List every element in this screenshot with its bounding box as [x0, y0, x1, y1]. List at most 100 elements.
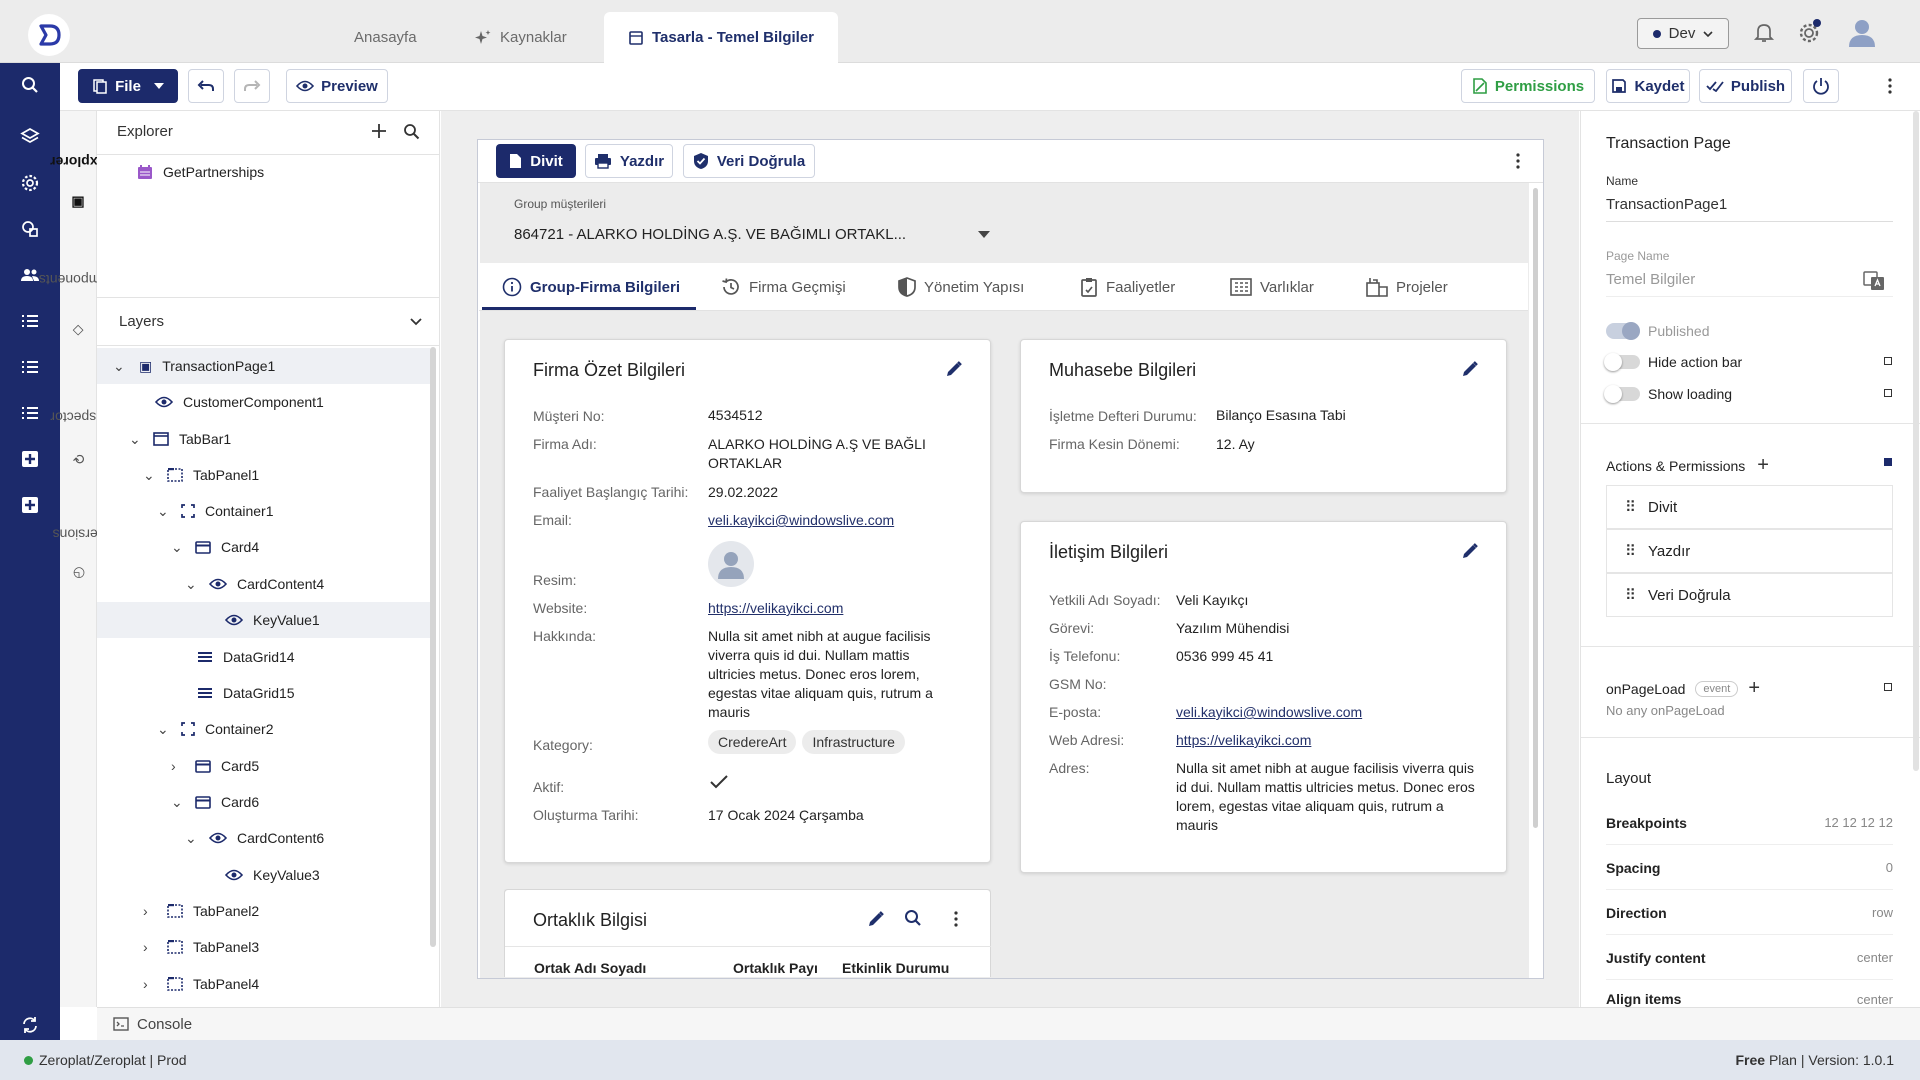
- website-link[interactable]: https://velikayikci.com: [708, 599, 843, 618]
- layout-row[interactable]: Breakpoints 12 12 12 12: [1606, 801, 1893, 845]
- tab-components[interactable]: ◇ Components: [39, 226, 118, 351]
- redo-button[interactable]: [234, 69, 270, 103]
- shapes-icon[interactable]: [0, 209, 60, 249]
- widgets-icon[interactable]: [0, 485, 60, 525]
- action-row[interactable]: ⠿ Divit: [1606, 485, 1893, 529]
- list-icon[interactable]: [0, 301, 60, 341]
- preview-button[interactable]: Preview: [286, 69, 388, 103]
- edit-icon[interactable]: [1461, 360, 1479, 378]
- column-header[interactable]: Ortak Adı Soyadı: [534, 960, 646, 976]
- publish-button[interactable]: Publish: [1699, 69, 1792, 103]
- email-link[interactable]: veli.kayikci@windowslive.com: [708, 511, 894, 530]
- layout-row[interactable]: Align items center: [1606, 981, 1893, 1007]
- undo-button[interactable]: [188, 69, 224, 103]
- layer-item[interactable]: KeyValue1: [97, 602, 430, 638]
- file-menu-button[interactable]: File: [78, 69, 178, 103]
- drag-handle-icon[interactable]: ⠿: [1625, 586, 1636, 604]
- tab-anasayfa[interactable]: Anasayfa: [330, 12, 441, 63]
- name-input[interactable]: TransactionPage1: [1606, 196, 1893, 222]
- tab-tasarla[interactable]: Tasarla - Temel Bilgiler: [604, 12, 838, 63]
- permissions-button[interactable]: Permissions: [1461, 69, 1595, 103]
- column-header[interactable]: Etkinlik Durumu: [842, 960, 949, 976]
- layer-item[interactable]: ⌄ Card6: [97, 784, 430, 820]
- layer-item[interactable]: ⌄ TabPanel1: [97, 457, 430, 493]
- power-button[interactable]: [1803, 69, 1839, 103]
- binding-icon[interactable]: [1884, 683, 1892, 691]
- translate-icon[interactable]: [1863, 271, 1885, 291]
- veri-dogrula-button[interactable]: Veri Doğrula: [683, 144, 815, 178]
- tab-faaliyetler[interactable]: Faaliyetler: [1080, 263, 1175, 311]
- layer-item[interactable]: ⌄ ▣ TransactionPage1: [97, 348, 430, 384]
- bell-icon[interactable]: [1752, 20, 1776, 44]
- pagename-input[interactable]: Temel Bilgiler: [1606, 271, 1893, 297]
- layer-item[interactable]: DataGrid15: [97, 675, 430, 711]
- binding-icon[interactable]: [1884, 357, 1892, 365]
- widgets-icon[interactable]: [0, 439, 60, 479]
- category-chip[interactable]: CredereArt: [708, 730, 797, 754]
- avatar[interactable]: [1846, 16, 1878, 48]
- action-row[interactable]: ⠿ Veri Doğrula: [1606, 573, 1893, 617]
- column-header[interactable]: Ortaklık Payı: [733, 960, 818, 976]
- tab-explorer[interactable]: ▣ Explorer: [50, 121, 107, 221]
- layer-item[interactable]: ⌄ CardContent4: [97, 566, 430, 602]
- save-button[interactable]: Kaydet: [1606, 69, 1690, 103]
- scrollbar[interactable]: [1913, 111, 1919, 771]
- tab-inspector[interactable]: ⟳ Inspector: [50, 371, 108, 481]
- edit-icon[interactable]: [945, 360, 963, 378]
- yazdir-button[interactable]: Yazdır: [585, 144, 673, 178]
- binding-icon[interactable]: [1884, 458, 1892, 466]
- more-vertical-icon[interactable]: [1887, 77, 1893, 95]
- layer-item[interactable]: ⌄ Container2: [97, 711, 430, 747]
- layer-item[interactable]: ⌄ TabBar1: [97, 421, 430, 457]
- add-icon[interactable]: +: [1757, 454, 1769, 477]
- published-toggle[interactable]: [1606, 322, 1640, 340]
- hide-action-bar-toggle[interactable]: [1604, 353, 1640, 371]
- layer-item[interactable]: KeyValue3: [97, 857, 430, 893]
- more-vertical-icon[interactable]: [1515, 152, 1521, 170]
- show-loading-toggle[interactable]: [1604, 385, 1640, 403]
- layer-item[interactable]: ⌄ CardContent6: [97, 820, 430, 856]
- tab-projeler[interactable]: Projeler: [1366, 263, 1448, 311]
- layer-item[interactable]: CustomerComponent1: [97, 384, 430, 420]
- group-select[interactable]: 864721 - ALARKO HOLDİNG A.Ş. VE BAĞIMLI …: [514, 221, 990, 247]
- add-icon[interactable]: +: [1748, 677, 1760, 700]
- app-logo[interactable]: [28, 14, 70, 56]
- layout-row[interactable]: Justify content center: [1606, 936, 1893, 980]
- tab-firma-gecmisi[interactable]: Firma Geçmişi: [721, 263, 846, 311]
- console-bar[interactable]: Console: [97, 1007, 1920, 1040]
- drag-handle-icon[interactable]: ⠿: [1625, 498, 1636, 516]
- action-row[interactable]: ⠿ Yazdır: [1606, 529, 1893, 573]
- gear-icon[interactable]: [1796, 19, 1822, 45]
- tab-yonetim-yapisi[interactable]: Yönetim Yapısı: [898, 263, 1024, 311]
- environment-select[interactable]: Dev: [1637, 18, 1729, 49]
- layer-item[interactable]: ⌄ Container1: [97, 493, 430, 529]
- layer-item[interactable]: DataGrid14: [97, 639, 430, 675]
- more-vertical-icon[interactable]: [953, 910, 959, 928]
- explorer-item[interactable]: GetPartnerships: [137, 164, 264, 180]
- edit-icon[interactable]: [867, 910, 885, 928]
- edit-icon[interactable]: [1461, 542, 1479, 560]
- sync-icon[interactable]: [0, 1005, 60, 1045]
- layer-item[interactable]: › Card5: [97, 748, 430, 784]
- scrollbar[interactable]: [1533, 188, 1538, 828]
- search-icon[interactable]: [403, 123, 420, 140]
- search-icon[interactable]: [0, 65, 60, 105]
- search-icon[interactable]: [904, 909, 922, 927]
- tab-versions[interactable]: ◷ Versions: [52, 493, 106, 593]
- website-link[interactable]: https://velikayikci.com: [1176, 731, 1311, 750]
- category-chip[interactable]: Infrastructure: [802, 730, 905, 754]
- layer-item[interactable]: › TabPanel3: [97, 929, 430, 965]
- layout-row[interactable]: Spacing 0: [1606, 846, 1893, 890]
- email-link[interactable]: veli.kayikci@windowslive.com: [1176, 703, 1362, 722]
- layers-header[interactable]: Layers: [97, 298, 440, 346]
- drag-handle-icon[interactable]: ⠿: [1625, 542, 1636, 560]
- layout-row[interactable]: Direction row: [1606, 891, 1893, 935]
- tab-group-firma[interactable]: Group-Firma Bilgileri: [502, 263, 680, 311]
- layer-item[interactable]: › TabPanel2: [97, 893, 430, 929]
- tab-varliklar[interactable]: Varlıklar: [1230, 263, 1314, 311]
- binding-icon[interactable]: [1884, 389, 1892, 397]
- scrollbar[interactable]: [430, 347, 436, 947]
- list-icon[interactable]: [0, 347, 60, 387]
- divit-button[interactable]: Divit: [496, 144, 576, 178]
- layers-icon[interactable]: [0, 116, 60, 156]
